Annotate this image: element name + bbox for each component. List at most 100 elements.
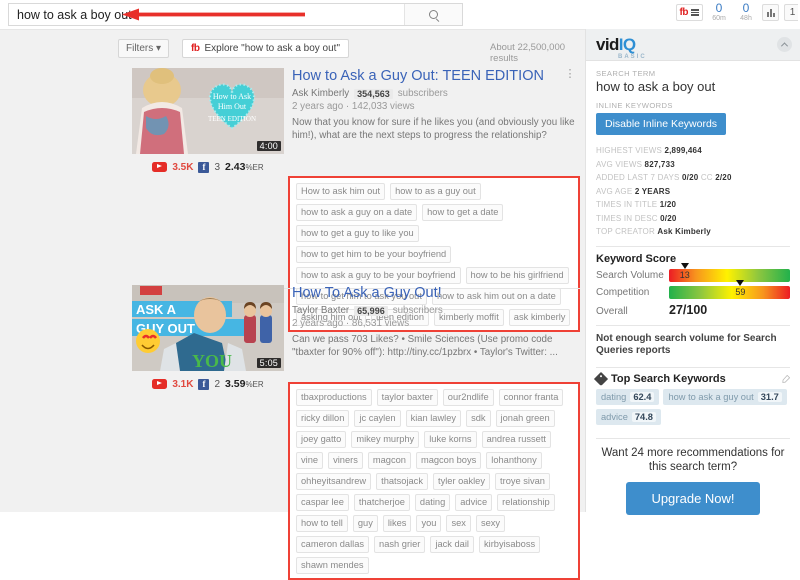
er-suffix: %ER xyxy=(245,163,264,172)
keyword-tag[interactable]: ohheyitsandrew xyxy=(296,473,372,490)
keyword-tag[interactable]: sdk xyxy=(466,410,491,427)
top-keyword-tag[interactable]: how to ask a guy out 31.7 xyxy=(663,388,787,405)
truncated-toolbar-icon[interactable]: 1 xyxy=(784,4,798,21)
keyword-tag[interactable]: vine xyxy=(296,452,324,469)
search-input[interactable] xyxy=(9,4,404,25)
keyword-tag[interactable]: kian lawley xyxy=(405,410,462,427)
keyword-tag[interactable]: mikey murphy xyxy=(351,431,420,448)
search-results-panel: Filters ▾ fb Explore "how to ask a boy o… xyxy=(0,29,585,580)
keyword-tag[interactable]: How to ask him out xyxy=(296,183,386,200)
search-queries-notice: Not enough search volume for Search Quer… xyxy=(596,332,777,357)
stat-highest-views: HIGHEST VIEWS 2,899,464 xyxy=(596,144,790,158)
logo-sub: BASIC xyxy=(618,54,647,60)
keyword-tag[interactable]: cameron dallas xyxy=(296,536,370,553)
video-thumbnail[interactable]: How to Ask Him Out TEEN EDITION 4:00 xyxy=(132,68,284,154)
keyword-tag[interactable]: dating xyxy=(414,494,451,511)
stat-value: 0/20 xyxy=(682,173,699,182)
keyword-tag[interactable]: troye sivan xyxy=(495,473,550,490)
more-options-icon[interactable]: ⋮ xyxy=(564,69,576,80)
vidiq-toolbar-badge[interactable]: fb xyxy=(675,4,703,21)
search-submit-button[interactable] xyxy=(404,4,462,25)
video-title[interactable]: How To Ask a Guy Out! xyxy=(292,285,580,302)
keyword-tag[interactable]: jc caylen xyxy=(354,410,401,427)
explore-button[interactable]: fb Explore "how to ask a boy out" xyxy=(182,39,350,58)
video-description: Now that you know for sure if he likes y… xyxy=(292,117,575,141)
keyword-tag[interactable]: relationship xyxy=(497,494,555,511)
logo-main: vid xyxy=(596,35,619,54)
video-title[interactable]: How to Ask a Guy Out: TEEN EDITION xyxy=(292,68,580,85)
keyword-tag[interactable]: ricky dillon xyxy=(296,410,350,427)
top-keyword-tag[interactable]: advice 74.8 xyxy=(596,408,661,425)
keyword-tag[interactable]: jack dail xyxy=(430,536,474,553)
keyword-tag[interactable]: sexy xyxy=(475,515,506,532)
keyword-tag[interactable]: nash grier xyxy=(374,536,426,553)
keyword-tag[interactable]: tyler oakley xyxy=(432,473,491,490)
chevron-down-icon: ▾ xyxy=(156,43,162,54)
keyword-tag[interactable]: our2ndlife xyxy=(442,389,494,406)
upgrade-now-button[interactable]: Upgrade Now! xyxy=(626,481,760,515)
competition-gauge: 59 xyxy=(669,279,790,299)
keyword-tag[interactable]: kirbyisaboss xyxy=(478,536,541,553)
menu-icon[interactable] xyxy=(691,8,699,17)
video-info-column: How to Ask a Guy Out: TEEN EDITION Ask K… xyxy=(292,68,580,142)
youtube-stat: 3.5K xyxy=(172,161,194,173)
search-bar[interactable] xyxy=(8,3,463,26)
stat-avg-views: AVG VIEWS 827,733 xyxy=(596,158,790,172)
keyword-tag[interactable]: how to get him to be your boyfriend xyxy=(296,246,452,263)
keyword-tag[interactable]: how to ask a guy to be your boyfriend xyxy=(296,267,461,284)
top-keyword-score: 74.8 xyxy=(631,411,656,422)
stat-value: Ask Kimberly xyxy=(657,227,711,236)
disable-inline-keywords-button[interactable]: Disable Inline Keywords xyxy=(596,113,727,135)
top-search-keywords-title: Top Search Keywords xyxy=(611,372,726,385)
keyword-tag[interactable]: how to as a guy out xyxy=(390,183,481,200)
keyword-tag[interactable]: how to be his girlfriend xyxy=(465,267,569,284)
keyword-tag[interactable]: how to ask a guy on a date xyxy=(296,204,418,221)
facebook-stat: 3 xyxy=(214,161,220,173)
counter-48h-label: 48h xyxy=(740,15,752,22)
keyword-tag[interactable]: thatsojack xyxy=(376,473,428,490)
vidiq-logo: vidIQ BASIC xyxy=(596,35,645,60)
keyword-tag[interactable]: guy xyxy=(352,515,378,532)
keyword-tag[interactable]: advice xyxy=(455,494,493,511)
keyword-tag[interactable]: caspar lee xyxy=(296,494,349,511)
keyword-tag[interactable]: how to tell xyxy=(296,515,348,532)
channel-name[interactable]: Taylor Baxter xyxy=(292,305,349,316)
keyword-tag[interactable]: luke korns xyxy=(424,431,477,448)
video-stats-row: 3.1K f 2 3.59%ER xyxy=(132,378,284,390)
keyword-tag[interactable]: tbaxproductions xyxy=(296,389,372,406)
search-volume-value: 13 xyxy=(679,269,690,280)
keyword-tag[interactable]: how to get a guy to like you xyxy=(296,225,419,242)
channel-name[interactable]: Ask Kimberly xyxy=(292,88,349,99)
thumb-text-1: ASK A xyxy=(136,302,177,317)
stat-label: ADDED LAST 7 DAYS xyxy=(596,173,680,182)
keyword-tag[interactable]: likes xyxy=(382,515,412,532)
top-keyword-tag[interactable]: dating 62.4 xyxy=(596,388,660,405)
collapse-panel-button[interactable] xyxy=(777,37,792,52)
keyword-tag[interactable]: joey gatto xyxy=(296,431,347,448)
pin-icon[interactable] xyxy=(782,374,790,383)
keyword-tag[interactable]: andrea russett xyxy=(481,431,552,448)
keyword-tag[interactable]: connor franta xyxy=(498,389,564,406)
keyword-tag[interactable]: magcon boys xyxy=(415,452,482,469)
analytics-bar-chart-icon[interactable] xyxy=(762,4,779,21)
keyword-tag[interactable]: shawn mendes xyxy=(296,557,369,574)
top-keyword-score: 62.4 xyxy=(630,391,655,402)
filters-button[interactable]: Filters ▾ xyxy=(118,39,170,58)
keyword-tag[interactable]: viners xyxy=(328,452,363,469)
keyword-tag[interactable]: lohanthony xyxy=(486,452,542,469)
keyword-tag[interactable]: thatcherjoe xyxy=(353,494,410,511)
keyword-tag[interactable]: taylor baxter xyxy=(376,389,438,406)
keyword-tag[interactable]: jonah green xyxy=(495,410,555,427)
overall-label: Overall xyxy=(596,305,628,317)
video-duration: 4:00 xyxy=(256,141,281,151)
video-channel-row: Ask Kimberly 354,563 subscribers xyxy=(292,88,580,99)
thumb-text-1: How to Ask xyxy=(213,92,251,101)
competition-label: Competition xyxy=(596,286,650,298)
chevron-up-icon xyxy=(780,42,789,50)
keyword-tag[interactable]: magcon xyxy=(367,452,411,469)
keyword-tag[interactable]: you xyxy=(416,515,442,532)
keyword-tag[interactable]: how to get a date xyxy=(422,204,504,221)
video-thumbnail[interactable]: ASK A GUY OUT YOU 5:05 xyxy=(132,285,284,371)
keyword-tag[interactable]: sex xyxy=(446,515,471,532)
stat-value: 1/20 xyxy=(659,200,677,209)
